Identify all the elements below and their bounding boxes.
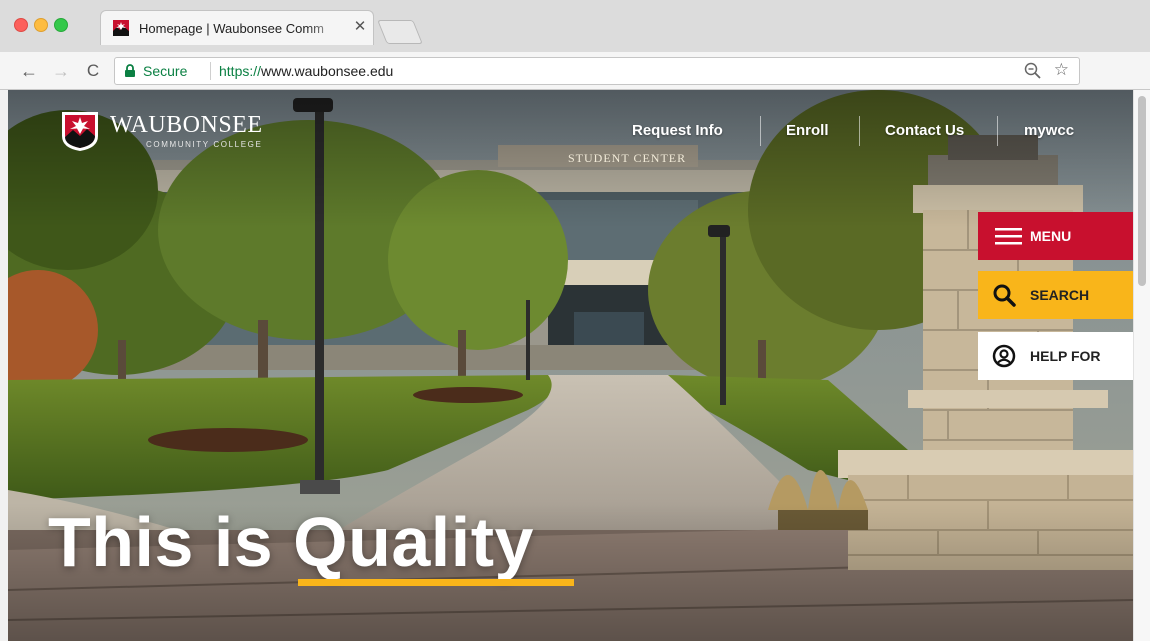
lock-icon — [125, 64, 135, 77]
nav-divider — [997, 116, 998, 146]
secure-label: Secure — [143, 63, 188, 79]
tab-title: Homepage | Waubonsee Comm — [139, 21, 345, 36]
scrollbar-thumb[interactable] — [1138, 96, 1146, 286]
tab-close-icon[interactable]: ✕ — [351, 18, 369, 36]
waubonsee-favicon-icon — [113, 20, 129, 36]
help-for-button[interactable]: HELP FOR — [978, 332, 1133, 380]
window-minimize-button[interactable] — [34, 18, 48, 32]
headline-prefix: This is — [48, 503, 294, 581]
page-left-gutter — [0, 90, 8, 641]
back-button[interactable]: ← — [18, 60, 40, 82]
help-for-label: HELP FOR — [1030, 348, 1101, 364]
page-scrollbar[interactable] — [1133, 90, 1150, 641]
search-icon — [993, 284, 1016, 307]
nav-mywcc[interactable]: mywcc — [1024, 122, 1074, 139]
zoom-out-icon[interactable] — [1023, 61, 1043, 81]
user-circle-icon — [992, 344, 1016, 368]
browser-tab-bar: Homepage | Waubonsee Comm ✕ — [0, 0, 1150, 53]
browser-toolbar: ← → C Secure https://www.waubonsee.edu ☆ — [0, 52, 1150, 90]
menu-label: MENU — [1030, 228, 1072, 244]
nav-contact-us[interactable]: Contact Us — [885, 122, 964, 139]
headline-underline — [298, 579, 574, 586]
nav-request-info[interactable]: Request Info — [632, 122, 723, 139]
waubonsee-shield-icon — [62, 112, 98, 151]
search-label: SEARCH — [1030, 287, 1090, 303]
student-center-sign: STUDENT CENTER — [568, 151, 686, 165]
window-close-button[interactable] — [14, 18, 28, 32]
hamburger-menu-icon — [995, 228, 1022, 245]
hero-headline: This is Quality — [48, 502, 534, 582]
address-bar[interactable]: Secure https://www.waubonsee.edu ☆ — [114, 57, 1080, 85]
menu-button[interactable]: MENU — [978, 212, 1133, 260]
bookmark-star-icon[interactable]: ☆ — [1054, 60, 1069, 80]
logo-wordmark: WAUBONSEE — [110, 112, 263, 138]
forward-button[interactable]: → — [50, 60, 72, 82]
new-tab-button[interactable] — [377, 20, 423, 44]
web-page: STUDENT CENTER WAUBONSEE COMMUNITY COLLE… — [8, 90, 1133, 641]
browser-tab-homepage[interactable]: Homepage | Waubonsee Comm ✕ — [100, 10, 374, 45]
url-host: www.waubonsee.edu — [261, 63, 394, 79]
url-text[interactable]: https://www.waubonsee.edu — [219, 63, 393, 79]
headline-emphasis: Quality — [293, 503, 534, 581]
search-button[interactable]: SEARCH — [978, 271, 1133, 319]
nav-divider — [859, 116, 860, 146]
nav-enroll[interactable]: Enroll — [786, 122, 829, 139]
window-zoom-button[interactable] — [54, 18, 68, 32]
site-logo[interactable]: WAUBONSEE COMMUNITY COLLEGE — [60, 110, 290, 156]
url-scheme: https:// — [219, 63, 262, 79]
reload-button[interactable]: C — [82, 60, 104, 82]
nav-divider — [760, 116, 761, 146]
address-separator — [210, 62, 211, 80]
logo-subtitle: COMMUNITY COLLEGE — [146, 140, 263, 149]
